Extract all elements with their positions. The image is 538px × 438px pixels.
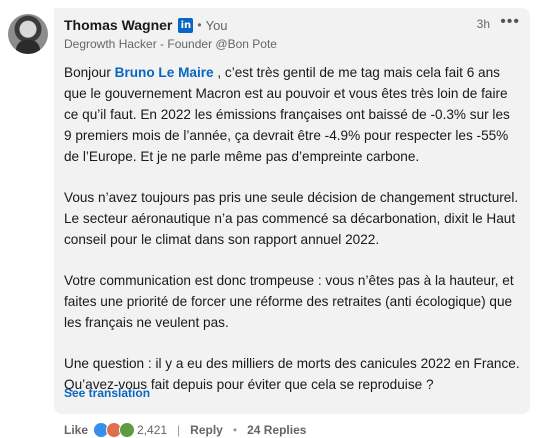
separator-dot: • xyxy=(232,423,238,437)
mention-link[interactable]: Bruno Le Maire xyxy=(115,65,214,80)
separator: | xyxy=(177,423,181,437)
author-name-row: Thomas Wagner in • You xyxy=(64,16,520,34)
separator-dot: • xyxy=(197,18,202,32)
comment-paragraph-2: Vous n’avez toujours pas pris une seule … xyxy=(64,190,519,247)
greeting-text: Bonjour xyxy=(64,65,115,80)
replies-link[interactable]: 24 Replies xyxy=(247,423,306,437)
more-options-icon[interactable]: ••• xyxy=(500,13,520,31)
author-avatar[interactable] xyxy=(8,14,48,54)
author-headline: Degrowth Hacker - Founder @Bon Pote xyxy=(64,37,277,51)
reaction-icons[interactable] xyxy=(93,422,136,438)
like-button[interactable]: Like xyxy=(64,423,88,437)
comment-bubble: Thomas Wagner in • You Degrowth Hacker -… xyxy=(54,8,530,414)
reaction-count[interactable]: 2,421 xyxy=(137,423,167,437)
comment-timestamp: 3h xyxy=(476,17,490,31)
author-name[interactable]: Thomas Wagner xyxy=(64,17,172,33)
comment-paragraph-1: Bonjour Bruno Le Maire , c’est très gent… xyxy=(64,62,520,167)
reply-button[interactable]: Reply xyxy=(190,423,223,437)
comment-actions: Like 2,421 | Reply • 24 Replies xyxy=(64,422,306,438)
linkedin-icon: in xyxy=(178,17,194,33)
comment-header: Thomas Wagner in • You Degrowth Hacker -… xyxy=(64,13,520,56)
comment-text: Bonjour Bruno Le Maire , c’est très gent… xyxy=(64,62,520,415)
comment-paragraph-3: Votre communication est donc trompeuse :… xyxy=(64,273,514,330)
see-translation-link[interactable]: See translation xyxy=(64,386,150,400)
support-reaction-icon xyxy=(119,422,136,438)
author-relation: You xyxy=(205,17,228,33)
